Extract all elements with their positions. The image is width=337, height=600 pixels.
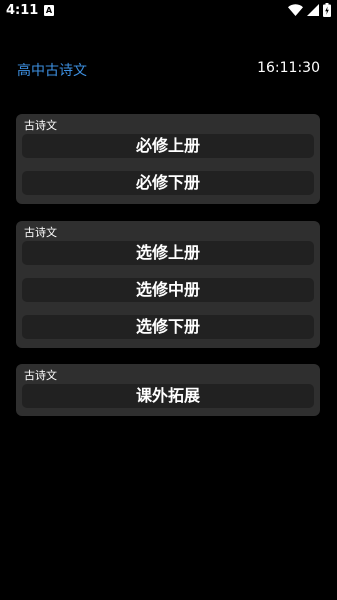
group-required: 古诗文 必修上册 必修下册	[16, 114, 320, 204]
group-label: 古诗文	[24, 369, 57, 382]
status-bar: 4:11 A	[0, 0, 337, 26]
app-title: 高中古诗文	[17, 63, 87, 79]
status-icons	[288, 3, 331, 17]
app-header: 高中古诗文 16:11:30	[0, 52, 337, 86]
extracurricular-button[interactable]: 课外拓展	[22, 384, 314, 408]
elective-volume-3-button[interactable]: 选修下册	[22, 315, 314, 339]
group-label: 古诗文	[24, 226, 57, 239]
elective-volume-1-button[interactable]: 选修上册	[22, 241, 314, 265]
group-extracurricular: 古诗文 课外拓展	[16, 364, 320, 416]
group-label: 古诗文	[24, 119, 57, 132]
wifi-icon	[288, 4, 303, 16]
status-time: 4:11	[6, 3, 39, 18]
required-volume-1-button[interactable]: 必修上册	[22, 134, 314, 158]
elective-volume-2-button[interactable]: 选修中册	[22, 278, 314, 302]
required-volume-2-button[interactable]: 必修下册	[22, 171, 314, 195]
battery-charging-icon	[323, 3, 331, 17]
clock-display: 16:11:30	[257, 60, 320, 76]
a-badge-icon: A	[44, 5, 54, 16]
group-elective: 古诗文 选修上册 选修中册 选修下册	[16, 221, 320, 348]
signal-icon	[307, 4, 319, 16]
